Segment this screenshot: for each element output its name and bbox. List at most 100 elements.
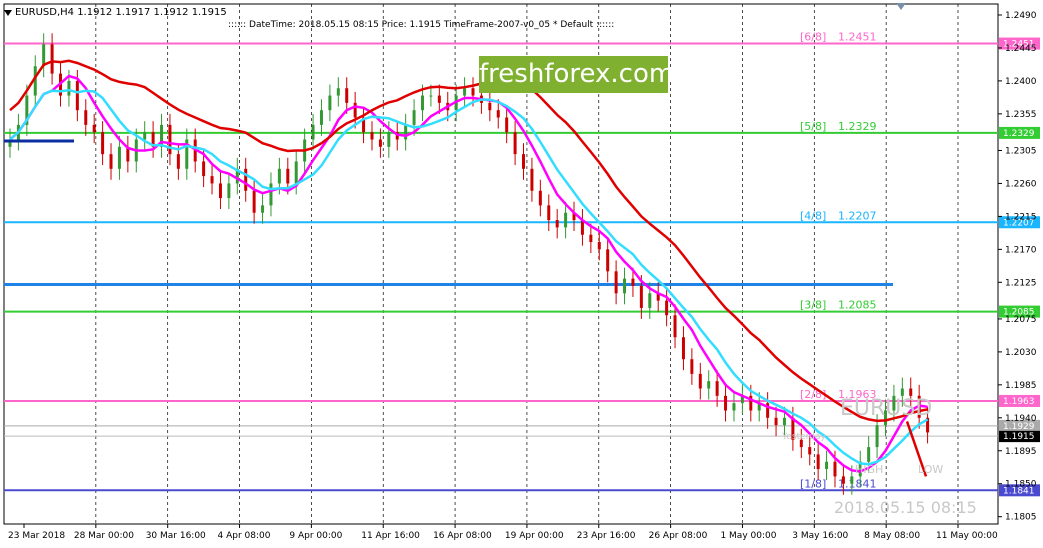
candle-body	[252, 190, 256, 213]
y-tick-label: 1.2030	[1005, 348, 1037, 358]
chart-shift-triangle-icon[interactable]	[896, 3, 906, 10]
candle-body	[816, 454, 820, 470]
candle-body	[269, 183, 273, 206]
collapse-triangle-icon[interactable]	[4, 10, 12, 16]
y-tick-label: 1.2170	[1005, 245, 1037, 255]
murrey-level-price: 1.2329	[838, 120, 877, 133]
candle-body	[370, 132, 374, 140]
x-tick-label: 23 Mar 2018	[8, 531, 65, 541]
candle-body	[168, 124, 172, 155]
candle-body	[92, 124, 96, 133]
x-tick-label: 11 Apr 16:00	[361, 531, 420, 541]
candle-body	[597, 242, 601, 250]
candle-body	[648, 293, 652, 308]
y-tick-label: 1.2215	[1005, 212, 1037, 222]
candle-body	[109, 154, 113, 169]
candle-body	[547, 205, 551, 221]
candle-body	[522, 154, 526, 169]
candle-body	[690, 359, 694, 374]
candle-body	[841, 476, 845, 484]
murrey-level-label: [5/8]	[800, 120, 826, 133]
y-tick-label: 1.2260	[1005, 179, 1037, 189]
murrey-level-price: 1.2207	[838, 209, 877, 222]
candle-body	[825, 461, 829, 470]
x-tick-label: 9 Apr 00:00	[289, 531, 342, 541]
y-tick-label: 1.2400	[1005, 77, 1037, 87]
candle-body	[75, 80, 79, 111]
candle-body	[117, 146, 121, 169]
candle-body	[732, 403, 736, 411]
candle-body	[639, 285, 643, 308]
candle-body	[286, 168, 290, 184]
x-tick-label: 16 Apr 08:00	[433, 531, 492, 541]
x-tick-label: 11 May 00:00	[936, 531, 998, 541]
watermark-high-label: HIGH	[855, 463, 884, 476]
candle-body	[101, 132, 105, 155]
candle-body	[867, 447, 871, 462]
candle-body	[345, 88, 349, 103]
candle-body	[681, 337, 685, 360]
x-tick-label: 26 Apr 08:00	[649, 531, 708, 541]
watermark-datetime: 2018.05.15 08:15	[834, 498, 977, 517]
candle-body	[564, 212, 568, 228]
y-tick-label: 1.2445	[1005, 44, 1037, 54]
candle-body	[707, 381, 711, 389]
y-tick-label: 1.1985	[1005, 381, 1037, 391]
candle-body	[67, 80, 71, 96]
candle-body	[471, 88, 475, 96]
candle-body	[420, 95, 424, 111]
candle-body	[336, 88, 340, 96]
candle-body	[589, 234, 593, 243]
x-tick-label: 8 May 08:00	[864, 531, 920, 541]
y-tick-label: 1.2125	[1005, 278, 1037, 288]
indicator-info-line: :::::: DateTime: 2018.05.15 08:15 Price:…	[228, 20, 615, 30]
current-price-text: 1.1915	[1003, 432, 1035, 442]
x-tick-label: 3 May 16:00	[792, 531, 848, 541]
murrey-level-label: [2/8]	[800, 388, 826, 401]
candle-body	[429, 95, 433, 97]
candle-body	[850, 476, 854, 484]
candle-body	[614, 271, 618, 294]
candle-body	[623, 278, 627, 294]
candle-body	[698, 373, 702, 389]
candle-body	[606, 249, 610, 272]
candle-body	[50, 44, 54, 74]
aqua-ma-line	[9, 88, 929, 466]
candle-body	[378, 139, 382, 147]
candle-body	[202, 161, 206, 177]
watermark-yesterday: Yesterday	[782, 432, 826, 442]
murrey-level-label: [1/8]	[800, 477, 826, 490]
candle-body	[505, 117, 509, 133]
y-tick-label: 1.1850	[1005, 480, 1037, 490]
candle-body	[833, 461, 837, 477]
candle-body	[210, 176, 214, 184]
candle-body	[875, 425, 879, 448]
candle-body	[176, 154, 180, 169]
candle-body	[774, 417, 778, 426]
candle-body	[724, 395, 728, 411]
candle-body	[328, 95, 332, 111]
x-tick-label: 19 Apr 00:00	[505, 531, 564, 541]
candle-body	[261, 205, 265, 213]
price-tag-text: 1.1963	[1003, 397, 1035, 407]
candle-body	[277, 168, 281, 184]
candle-body	[631, 278, 635, 286]
murrey-level-label: [3/8]	[800, 299, 826, 312]
candle-body	[218, 183, 222, 199]
watermark-symbol: EURUSD	[840, 396, 933, 421]
y-tick-label: 1.2355	[1005, 110, 1037, 120]
candle-body	[227, 183, 231, 199]
x-tick-label: 28 Mar 00:00	[74, 531, 134, 541]
candle-body	[782, 417, 786, 426]
brand-watermark: freshforex.com	[479, 56, 674, 93]
murrey-level-price: 1.2451	[838, 31, 877, 44]
candle-body	[665, 300, 669, 316]
x-tick-label: 23 Apr 16:00	[577, 531, 636, 541]
candle-body	[555, 220, 559, 228]
y-tick-label: 1.1805	[1005, 513, 1037, 523]
candle-body	[404, 124, 408, 140]
symbol-ohlc-line: EURUSD,H4 1.1912 1.1917 1.1912 1.1915	[15, 7, 227, 18]
candle-body	[900, 388, 904, 396]
candle-body	[538, 190, 542, 206]
price-tag-text: 1.2329	[1003, 129, 1035, 139]
